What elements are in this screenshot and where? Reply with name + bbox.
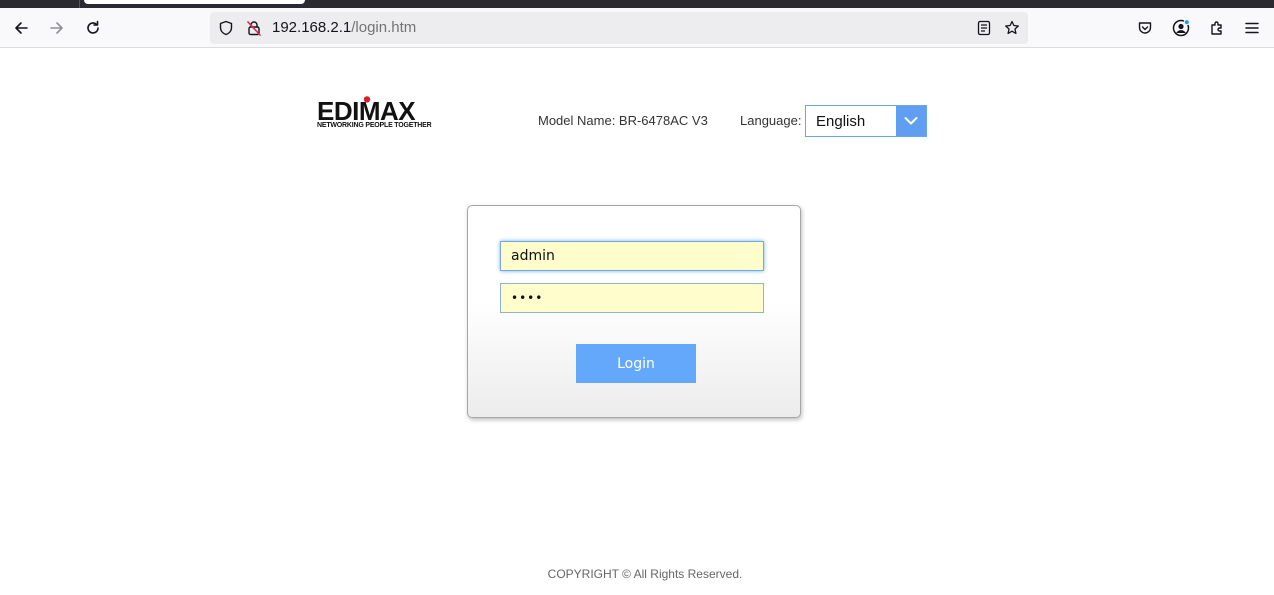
url-host: 192.168.2.1 xyxy=(272,19,352,36)
edimax-wordmark: EDIMAX xyxy=(317,96,417,126)
username-input[interactable]: admin xyxy=(500,241,764,271)
url-bar[interactable]: 192.168.2.1/login.htm xyxy=(210,12,1028,44)
edimax-logo: EDIMAX NETWORKING PEOPLE TOGETHER xyxy=(317,96,439,132)
login-button[interactable]: Login xyxy=(576,344,696,383)
extensions-icon xyxy=(1211,21,1222,35)
account-icon xyxy=(1172,19,1190,37)
active-tab[interactable] xyxy=(84,0,305,4)
tab-strip xyxy=(0,0,1274,8)
language-select-arrow[interactable] xyxy=(896,106,926,136)
reload-icon xyxy=(87,20,99,34)
bookmark-star-icon[interactable] xyxy=(1004,20,1020,36)
lock-insecure-icon[interactable] xyxy=(246,20,262,36)
language-select-value: English xyxy=(816,113,866,130)
language-label: Language: xyxy=(740,113,802,128)
reader-view-icon[interactable] xyxy=(976,20,992,36)
back-button[interactable] xyxy=(7,14,35,42)
account-button[interactable] xyxy=(1167,14,1195,42)
extensions-button[interactable] xyxy=(1203,14,1231,42)
tab-separator xyxy=(79,0,80,8)
menu-icon xyxy=(1245,22,1259,34)
copyright-text: COPYRIGHT © All Rights Reserved. xyxy=(547,567,743,581)
forward-arrow-icon xyxy=(50,22,63,34)
shield-icon[interactable] xyxy=(218,20,234,36)
url-text[interactable]: 192.168.2.1/login.htm xyxy=(272,19,416,36)
app-menu-button[interactable] xyxy=(1238,14,1266,42)
logo-red-dot xyxy=(363,96,371,103)
reload-button[interactable] xyxy=(79,14,107,42)
model-name: Model Name: BR-6478AC V3 xyxy=(538,113,708,128)
forward-button[interactable] xyxy=(43,14,71,42)
pocket-button[interactable] xyxy=(1131,14,1159,42)
language-select[interactable]: English xyxy=(805,105,927,137)
password-input[interactable]: •••• xyxy=(500,283,764,313)
url-path: /login.htm xyxy=(351,19,417,36)
pocket-icon xyxy=(1138,22,1152,34)
back-arrow-icon xyxy=(15,22,28,34)
logo-tagline: NETWORKING PEOPLE TOGETHER xyxy=(317,122,432,129)
chevron-down-icon xyxy=(904,117,918,125)
login-panel: admin •••• Login xyxy=(467,205,801,418)
browser-toolbar: 192.168.2.1/login.htm xyxy=(0,8,1274,48)
